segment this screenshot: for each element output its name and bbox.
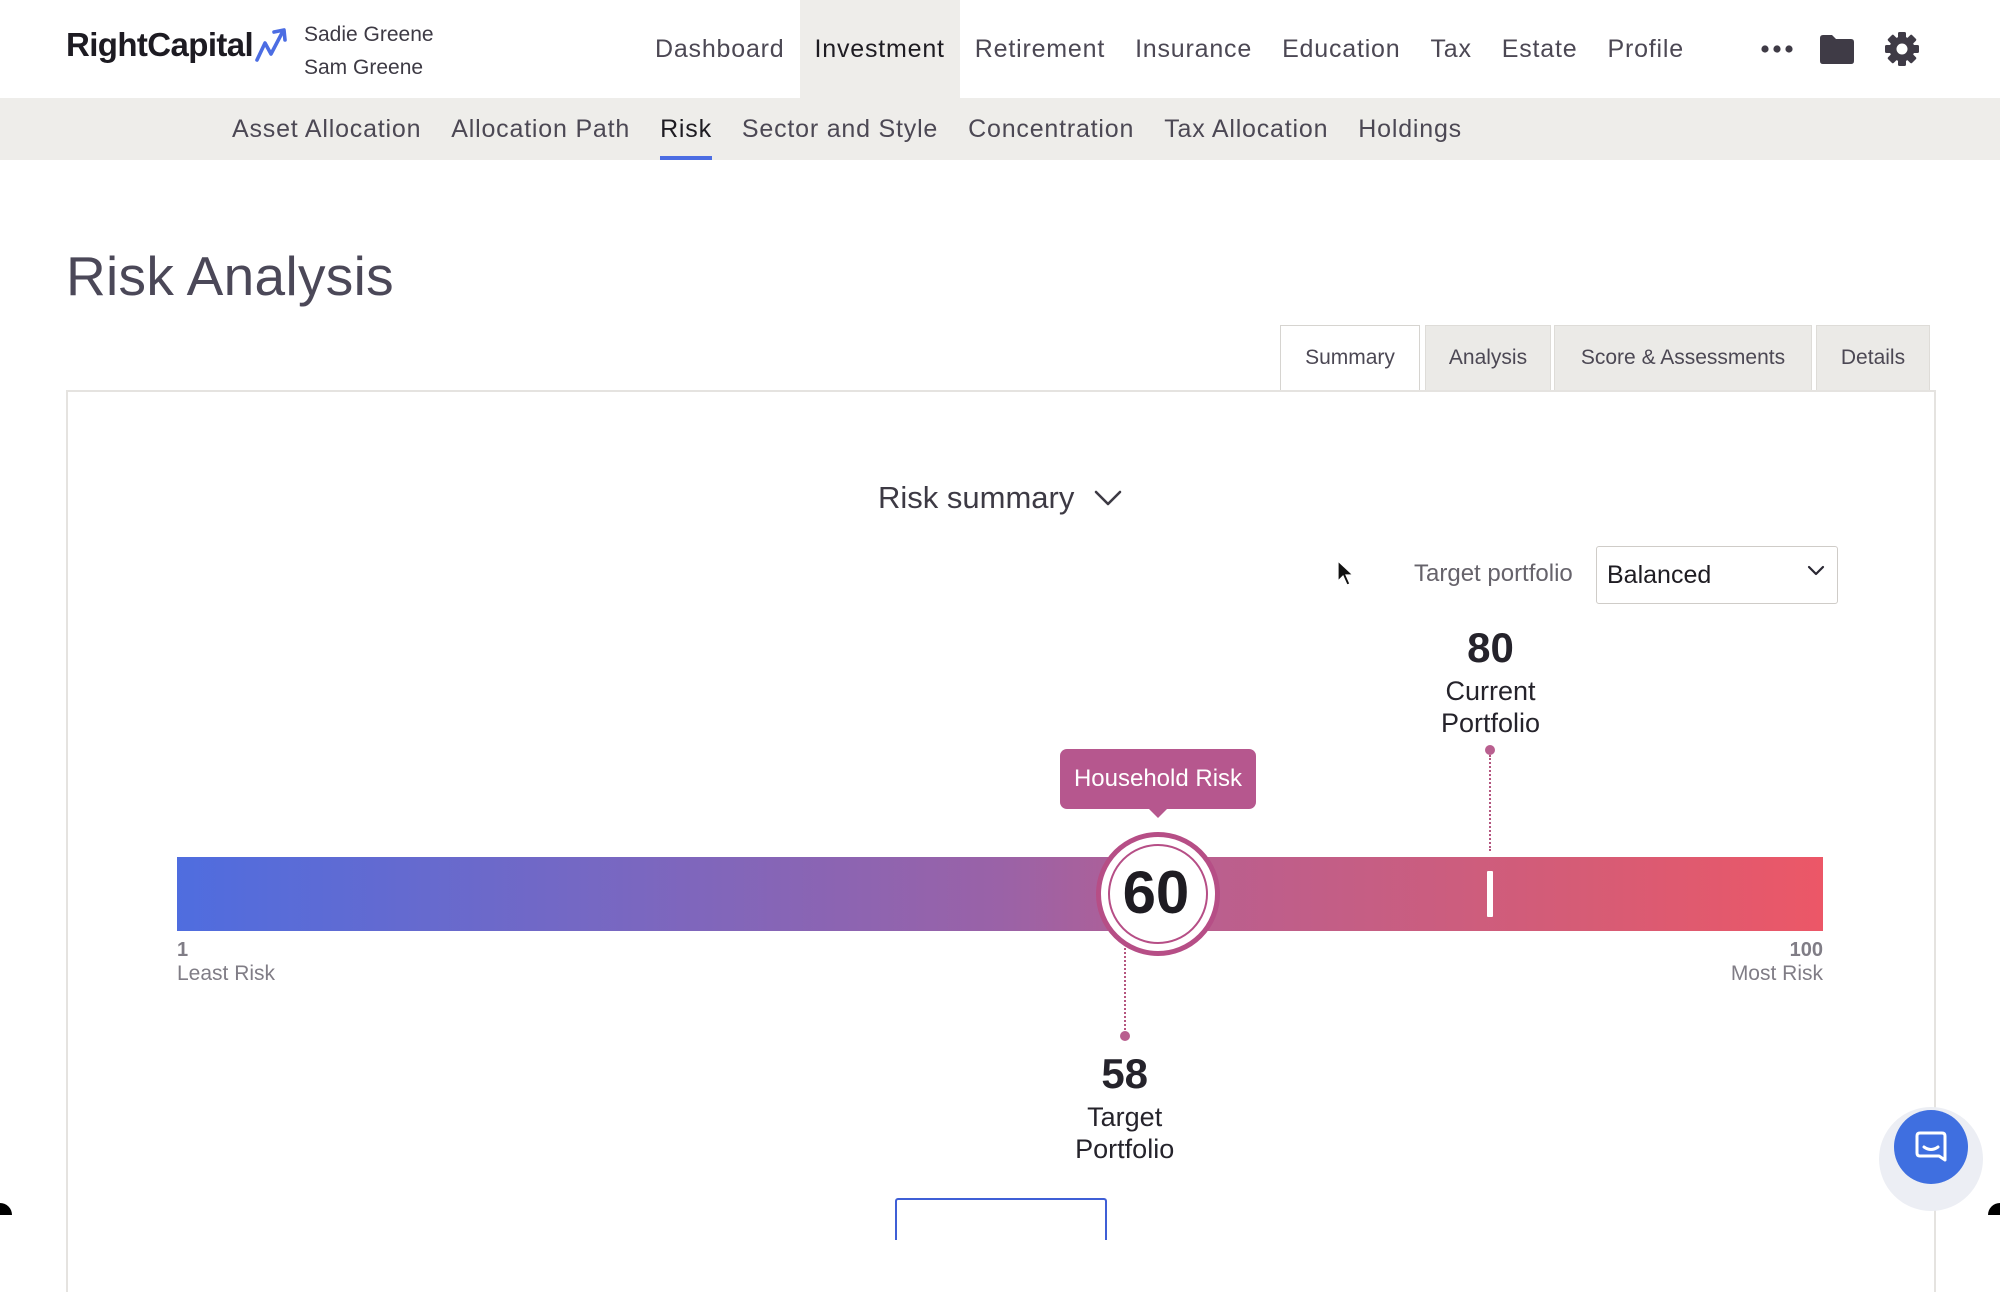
nav-tax[interactable]: Tax — [1415, 0, 1486, 98]
current-portfolio-connector — [1489, 755, 1492, 851]
subnav-holdings[interactable]: Holdings — [1343, 98, 1477, 160]
logo[interactable]: RightCapital — [66, 26, 295, 64]
gear-icon[interactable] — [1882, 28, 1922, 70]
target-portfolio-connector — [1123, 948, 1126, 1034]
sub-nav: Asset Allocation Allocation Path Risk Se… — [217, 98, 1477, 160]
nav-investment[interactable]: Investment — [799, 0, 960, 98]
target-portfolio-select[interactable]: Balanced — [1596, 546, 1838, 604]
household-risk-score: 60 — [1122, 859, 1190, 926]
current-portfolio-score: 80 — [1467, 624, 1514, 671]
subnav-sector-and-style[interactable]: Sector and Style — [727, 98, 953, 160]
gauge-max-label: Most Risk — [1730, 962, 1823, 985]
top-bar: RightCapital Sadie Greene Sam Greene Das… — [0, 0, 2000, 98]
page-title: Risk Analysis — [66, 245, 394, 307]
tab-score-assessments[interactable]: Score & Assessments — [1554, 325, 1812, 390]
subnav-asset-allocation[interactable]: Asset Allocation — [217, 98, 436, 160]
logo-arrow-icon — [255, 28, 287, 62]
folder-icon[interactable] — [1818, 28, 1856, 70]
tab-details[interactable]: Details — [1816, 325, 1930, 390]
main-nav: Dashboard Investment Retirement Insuranc… — [640, 0, 1699, 98]
target-portfolio-label: Target portfolio — [1414, 560, 1573, 587]
risk-summary-label: Risk summary — [878, 480, 1075, 515]
toolbar-icons — [1756, 28, 1922, 70]
subnav-allocation-path[interactable]: Allocation Path — [436, 98, 645, 160]
nav-profile[interactable]: Profile — [1592, 0, 1698, 98]
nav-education[interactable]: Education — [1267, 0, 1415, 98]
nav-dashboard[interactable]: Dashboard — [640, 0, 800, 98]
chat-icon — [1915, 1131, 1947, 1162]
gauge-min-label: Least Risk — [177, 962, 276, 985]
household-risk-tooltip: Household Risk — [1059, 749, 1257, 818]
current-portfolio-label-line2: Portfolio — [1440, 708, 1540, 738]
household-risk-marker[interactable]: 60 — [1095, 832, 1220, 956]
target-portfolio-value: Balanced — [1607, 561, 1712, 589]
risk-gauge-bar — [177, 857, 1823, 931]
client-name-secondary: Sam Greene — [304, 56, 424, 79]
sub-nav-bar: Asset Allocation Allocation Path Risk Se… — [0, 98, 2000, 160]
chat-button[interactable] — [1894, 1110, 1968, 1184]
logo-wordmark: RightCapital — [66, 26, 254, 63]
nav-estate[interactable]: Estate — [1487, 0, 1593, 98]
current-portfolio-tick — [1487, 871, 1494, 917]
more-dots-icon[interactable] — [1756, 28, 1798, 70]
risk-summary-dropdown[interactable]: Risk summary — [878, 480, 1122, 516]
window-corner-right — [1988, 1203, 2000, 1215]
gauge-min-value: 1 — [177, 939, 189, 961]
chevron-down-icon — [1807, 565, 1825, 576]
subnav-tax-allocation[interactable]: Tax Allocation — [1149, 98, 1343, 160]
tab-summary[interactable]: Summary — [1280, 325, 1420, 392]
mouse-cursor-icon — [1337, 560, 1355, 586]
target-portfolio-label-line2: Portfolio — [1075, 1134, 1175, 1164]
summary-panel — [66, 390, 1936, 1292]
current-portfolio-label: Current Portfolio — [1380, 675, 1600, 739]
target-portfolio-label-line1: Target — [1087, 1102, 1163, 1132]
nav-retirement[interactable]: Retirement — [960, 0, 1120, 98]
subnav-risk[interactable]: Risk — [645, 98, 727, 160]
partially-visible-button[interactable] — [895, 1198, 1107, 1240]
client-names[interactable]: Sadie Greene Sam Greene — [304, 18, 434, 84]
target-portfolio-label: Target Portfolio — [1015, 1101, 1235, 1165]
nav-insurance[interactable]: Insurance — [1120, 0, 1267, 98]
window-corner-left — [0, 1203, 12, 1215]
chevron-down-icon — [1095, 490, 1122, 506]
current-portfolio-label-line1: Current — [1445, 676, 1536, 706]
subnav-concentration[interactable]: Concentration — [953, 98, 1149, 160]
client-name-primary: Sadie Greene — [304, 23, 434, 46]
gauge-max-value: 100 — [1789, 939, 1823, 961]
target-portfolio-score: 58 — [1101, 1050, 1149, 1097]
target-portfolio-dot — [1119, 1031, 1130, 1041]
tab-analysis[interactable]: Analysis — [1425, 325, 1551, 390]
